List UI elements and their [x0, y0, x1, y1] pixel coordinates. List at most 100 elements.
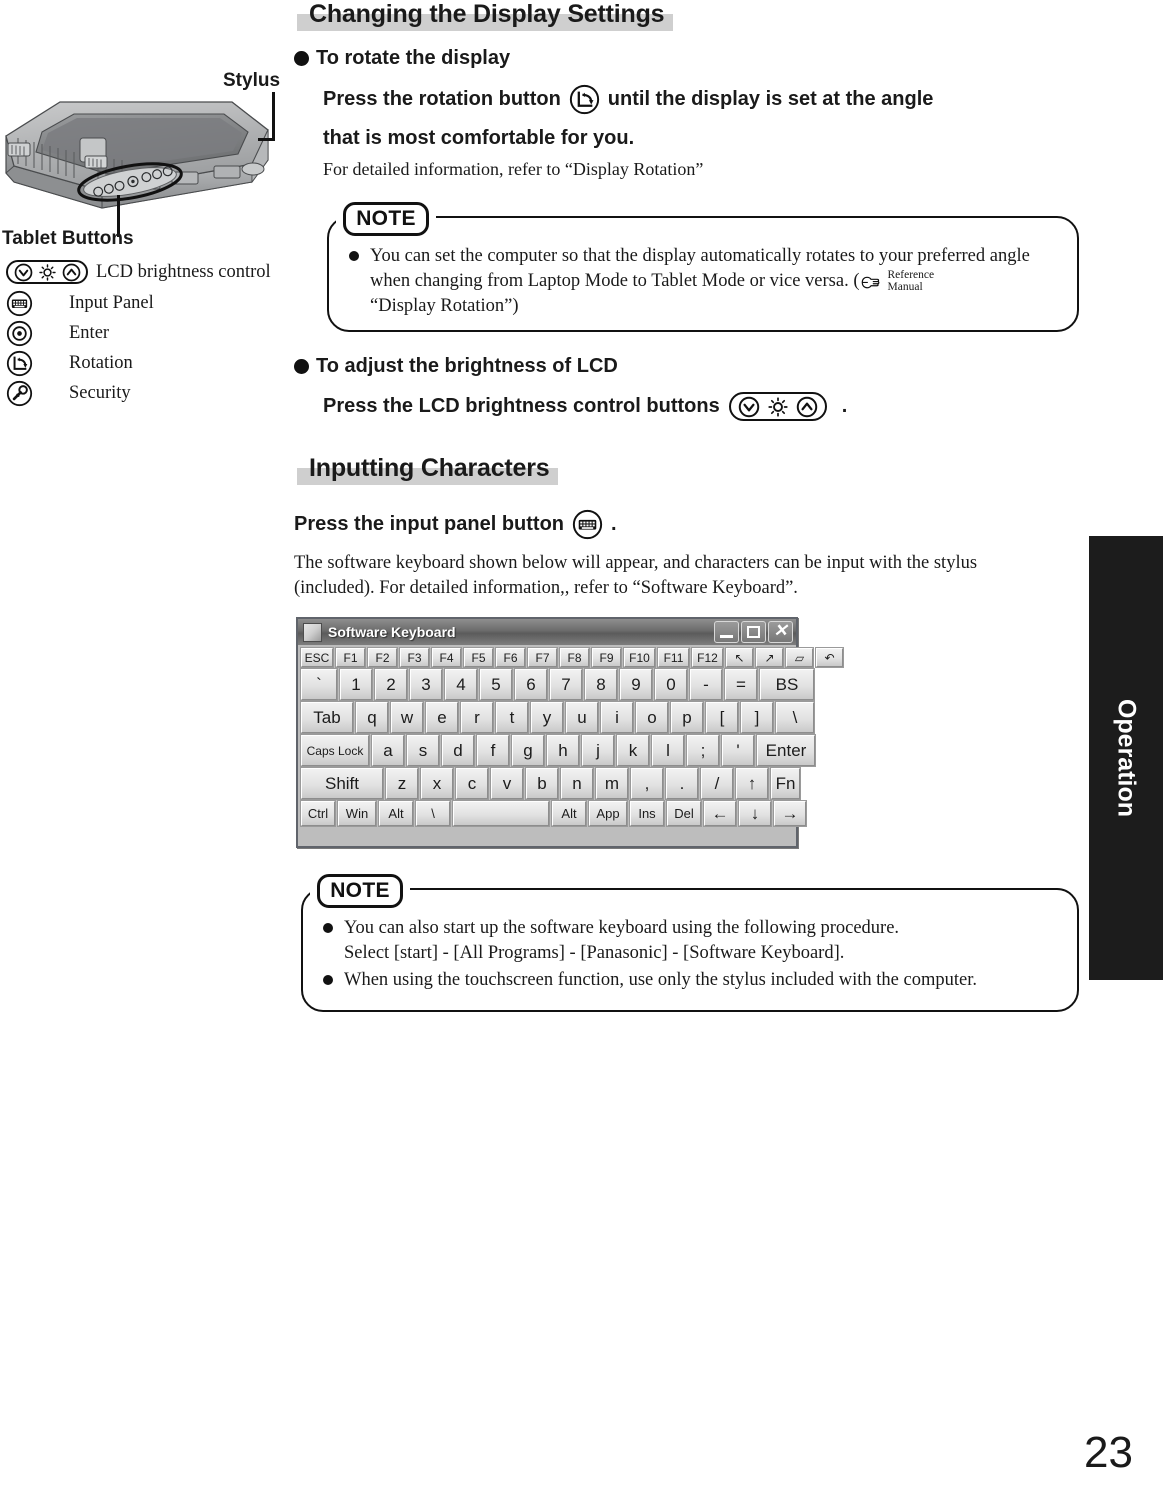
key-f12[interactable]: F12: [692, 648, 723, 667]
key-c[interactable]: c: [456, 768, 488, 799]
key-][interactable]: ]: [741, 702, 773, 733]
legend-row-enter: Enter: [6, 320, 109, 347]
key-f4[interactable]: F4: [432, 648, 461, 667]
key-b[interactable]: b: [526, 768, 558, 799]
software-keyboard-description: The software keyboard shown below will a…: [294, 553, 978, 598]
key-/[interactable]: /: [701, 768, 733, 799]
key--[interactable]: -: [690, 669, 722, 700]
key-x[interactable]: x: [421, 768, 453, 799]
minimize-button[interactable]: [714, 621, 739, 643]
key-g[interactable]: g: [512, 735, 544, 766]
key-enter[interactable]: Enter: [757, 735, 815, 766]
key-k[interactable]: k: [617, 735, 649, 766]
legend-label-security: Security: [69, 383, 131, 403]
key-2[interactable]: 2: [375, 669, 407, 700]
key-l[interactable]: l: [652, 735, 684, 766]
key-s[interactable]: s: [407, 735, 439, 766]
brightness-instruction-line: Press the LCD brightness control buttons: [323, 392, 847, 421]
key-bs[interactable]: BS: [760, 669, 814, 700]
key-f10[interactable]: F10: [624, 648, 655, 667]
key-f7[interactable]: F7: [528, 648, 557, 667]
note-item: You can set the computer so that the dis…: [349, 244, 1053, 319]
key-▱[interactable]: ▱: [786, 648, 813, 667]
key-f[interactable]: f: [477, 735, 509, 766]
key-u[interactable]: u: [566, 702, 598, 733]
key-y[interactable]: y: [531, 702, 563, 733]
key-o[interactable]: o: [636, 702, 668, 733]
key-f11[interactable]: F11: [658, 648, 689, 667]
key-←[interactable]: ←: [704, 801, 736, 826]
close-button[interactable]: ✕: [768, 621, 793, 643]
key-f5[interactable]: F5: [464, 648, 493, 667]
key-del[interactable]: Del: [667, 801, 701, 826]
key-ins[interactable]: Ins: [630, 801, 664, 826]
key-f1[interactable]: F1: [336, 648, 365, 667]
key-alt[interactable]: Alt: [552, 801, 586, 826]
key-.[interactable]: .: [666, 768, 698, 799]
key-ctrl[interactable]: Ctrl: [301, 801, 335, 826]
key-app[interactable]: App: [589, 801, 627, 826]
key-↑[interactable]: ↑: [736, 768, 768, 799]
note-box-display-rotation: You can set the computer so that the dis…: [327, 216, 1079, 332]
key-win[interactable]: Win: [338, 801, 376, 826]
key-alt[interactable]: Alt: [379, 801, 413, 826]
key-f9[interactable]: F9: [592, 648, 621, 667]
key-n[interactable]: n: [561, 768, 593, 799]
key-e[interactable]: e: [426, 702, 458, 733]
key-[[interactable]: [: [706, 702, 738, 733]
key-fn[interactable]: Fn: [771, 768, 800, 799]
key-↖[interactable]: ↖: [726, 648, 753, 667]
key-i[interactable]: i: [601, 702, 633, 733]
system-menu-icon[interactable]: [303, 622, 322, 642]
home-row: Caps Lock a s d f g h j k l; ' Enter: [301, 735, 815, 766]
key-;[interactable]: ;: [687, 735, 719, 766]
key-\[interactable]: \: [776, 702, 814, 733]
key-f6[interactable]: F6: [496, 648, 525, 667]
key-3[interactable]: 3: [410, 669, 442, 700]
software-keyboard-titlebar[interactable]: Software Keyboard ✕: [298, 619, 796, 645]
key-8[interactable]: 8: [585, 669, 617, 700]
key-7[interactable]: 7: [550, 669, 582, 700]
key-caps-lock[interactable]: Caps Lock: [301, 735, 369, 766]
key-j[interactable]: j: [582, 735, 614, 766]
key-p[interactable]: p: [671, 702, 703, 733]
key-v[interactable]: v: [491, 768, 523, 799]
key-'[interactable]: ': [722, 735, 754, 766]
key-m[interactable]: m: [596, 768, 628, 799]
key-0[interactable]: 0: [655, 669, 687, 700]
key-d[interactable]: d: [442, 735, 474, 766]
key-4[interactable]: 4: [445, 669, 477, 700]
maximize-button[interactable]: [741, 621, 766, 643]
key-t[interactable]: t: [496, 702, 528, 733]
key-9[interactable]: 9: [620, 669, 652, 700]
key-↶[interactable]: ↶: [816, 648, 843, 667]
key-space[interactable]: [453, 801, 549, 826]
key-r[interactable]: r: [461, 702, 493, 733]
legend-label-rotation: Rotation: [69, 353, 133, 373]
key-f8[interactable]: F8: [560, 648, 589, 667]
key-esc[interactable]: ESC: [301, 648, 333, 667]
key-5[interactable]: 5: [480, 669, 512, 700]
key-f2[interactable]: F2: [368, 648, 397, 667]
key-↗[interactable]: ↗: [756, 648, 783, 667]
bullet-heading-rotate-display: To rotate the display: [294, 47, 510, 70]
key-w[interactable]: w: [391, 702, 423, 733]
key-\[interactable]: \: [416, 801, 450, 826]
key-→[interactable]: →: [774, 801, 806, 826]
software-keyboard-window[interactable]: Software Keyboard ✕ ESC F1 F2 F3 F4 F5 F6 F7 F8 F…: [296, 617, 843, 848]
key-f3[interactable]: F3: [400, 648, 429, 667]
key-`[interactable]: `: [301, 669, 337, 700]
key-z[interactable]: z: [386, 768, 418, 799]
key-1[interactable]: 1: [340, 669, 372, 700]
key-tab[interactable]: Tab: [301, 702, 353, 733]
section-heading-display-settings: Changing the Display Settings: [297, 2, 674, 31]
key-q[interactable]: q: [356, 702, 388, 733]
key-,[interactable]: ,: [631, 768, 663, 799]
key-h[interactable]: h: [547, 735, 579, 766]
key-6[interactable]: 6: [515, 669, 547, 700]
key-shift[interactable]: Shift: [301, 768, 383, 799]
key-↓[interactable]: ↓: [739, 801, 771, 826]
rotate-instruction-line1: Press the rotation button until the disp…: [323, 84, 933, 115]
key-=[interactable]: =: [725, 669, 757, 700]
key-a[interactable]: a: [372, 735, 404, 766]
